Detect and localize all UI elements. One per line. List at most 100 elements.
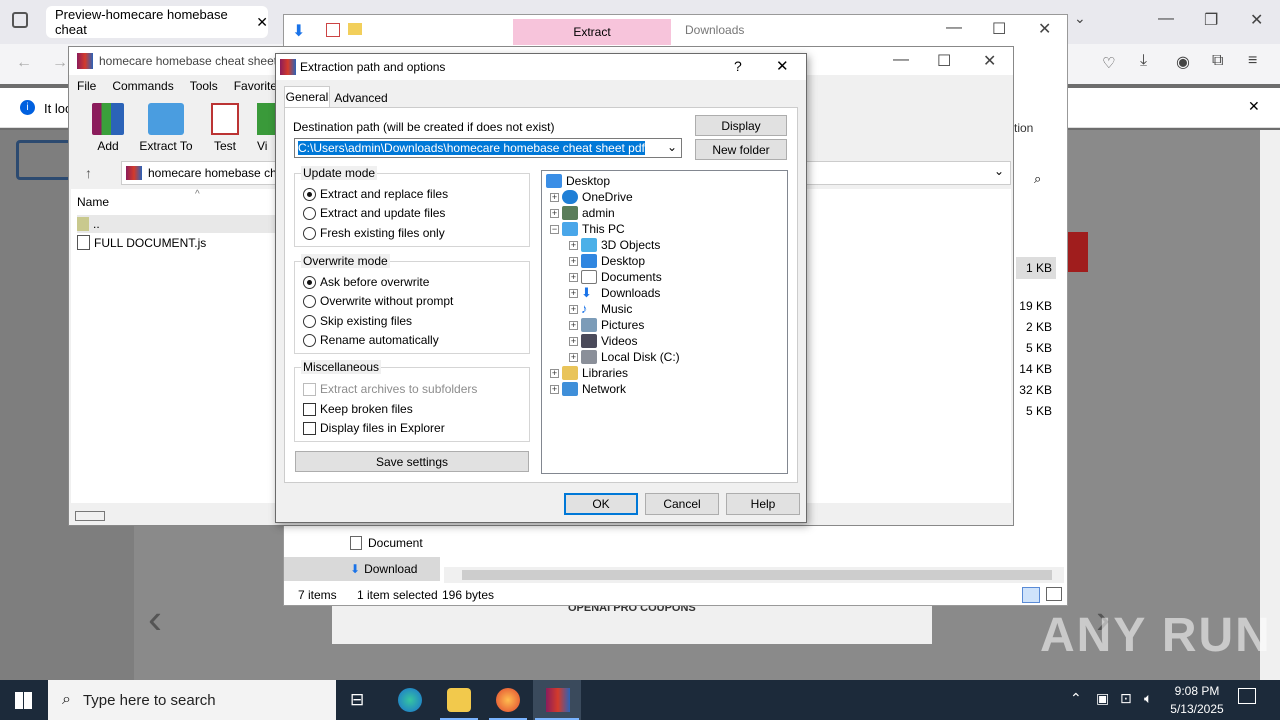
forward-icon[interactable]: → [52,54,68,72]
expand-icon[interactable]: + [550,208,559,218]
tree-item-this-pc[interactable]: − This PC [550,221,625,237]
winrar-close-icon[interactable]: ✕ [983,51,996,71]
list-item[interactable]: FULL DOCUMENT.js [77,235,206,250]
chevron-down-icon[interactable]: ⌄ [994,164,1004,178]
menu-file[interactable]: File [77,79,96,93]
check-display-explorer[interactable]: Display files in Explorer [303,419,445,437]
ribbon-tab-downloads[interactable]: Downloads [685,23,744,37]
tree-item-admin[interactable]: + admin [550,205,615,221]
radio-rename-auto[interactable]: Rename automatically [303,331,439,349]
tray-chevron-icon[interactable]: ⌃ [1070,690,1082,707]
expand-icon[interactable]: + [550,368,559,378]
tree-item-desktop[interactable]: Desktop [546,173,610,189]
tray-device-icon[interactable]: ▣ [1096,690,1109,707]
toolbar-add[interactable]: Add [89,103,127,153]
tiles-view-icon[interactable] [1046,587,1062,601]
winrar-minimize-icon[interactable]: — [893,51,909,69]
tree-item-videos[interactable]: + Videos [569,333,637,349]
column-name[interactable]: Name [77,195,109,209]
browser-tab[interactable]: Preview-homecare homebase cheat ✕ [46,6,268,38]
chevron-down-icon[interactable]: ⌄ [667,140,677,154]
info-close-icon[interactable]: ✕ [1248,98,1260,115]
tab-overflow-icon[interactable]: ⌄ [1074,10,1086,27]
list-item[interactable]: .. [77,215,277,233]
toolbar-test[interactable]: Test [207,103,243,153]
scrollbar[interactable] [1260,130,1280,680]
nav-item-downloads[interactable]: ⬇ Download [284,557,440,581]
radio-ask-overwrite[interactable]: Ask before overwrite [303,273,429,291]
menu-icon[interactable]: ≡ [1248,52,1257,70]
explorer-maximize-icon[interactable]: ☐ [992,19,1006,39]
clock-time[interactable]: 9:08 PM [1172,684,1222,698]
menu-tools[interactable]: Tools [190,79,218,93]
volume-icon[interactable]: 🔈︎ [1144,690,1152,707]
nav-item-documents[interactable]: Document [350,536,423,550]
menu-commands[interactable]: Commands [112,79,173,93]
scroll-thumb[interactable] [462,570,1052,580]
clock-date[interactable]: 5/13/2025 [1166,702,1228,716]
details-view-icon[interactable] [1022,587,1040,603]
expand-icon[interactable]: + [550,192,559,202]
winrar-maximize-icon[interactable]: ☐ [937,51,951,71]
toolbar-extract-to[interactable]: Extract To [139,103,193,153]
folder-tree[interactable]: Desktop + OneDrive + admin − This PC +3D Ob… [541,170,788,474]
dialog-close-icon[interactable]: ✕ [776,57,789,75]
explorer-close-icon[interactable]: ✕ [1038,19,1051,39]
search-icon[interactable]: ⌕ [1034,171,1041,187]
restore-icon[interactable]: ❐ [1204,10,1218,30]
horizontal-scrollbar[interactable] [444,567,1064,583]
tab-advanced[interactable]: Advanced [332,89,390,107]
edge-icon[interactable] [398,688,422,712]
dest-path-combo[interactable]: C:\Users\admin\Downloads\homecare homeba… [294,138,682,158]
tree-item-libraries[interactable]: + Libraries [550,365,628,381]
download-arrow-icon[interactable]: ⬇ [292,21,305,41]
tree-item-onedrive[interactable]: + OneDrive [550,189,633,205]
check-keep-broken[interactable]: Keep broken files [303,400,413,418]
expand-icon[interactable]: + [569,272,578,282]
tab-list-icon[interactable] [12,12,28,28]
download-icon[interactable]: ⤓ [1140,52,1147,70]
firefox-icon[interactable] [496,688,520,712]
notification-icon[interactable] [1238,688,1256,704]
tree-item-pictures[interactable]: + Pictures [569,317,644,333]
extensions-icon[interactable]: ⧉ [1212,52,1223,70]
expand-icon[interactable]: + [569,256,578,266]
account-icon[interactable]: ◉ [1176,52,1190,72]
tree-item-downloads[interactable]: + ⬇ Downloads [569,285,660,301]
help-icon[interactable]: ? [734,58,742,74]
cancel-button[interactable]: Cancel [645,493,719,515]
start-windows-icon[interactable] [15,692,32,709]
tree-item-3d-objects[interactable]: +3D Objects [569,237,660,253]
back-icon[interactable]: ← [16,54,32,72]
expand-icon[interactable]: + [569,304,578,314]
radio-extract-update[interactable]: Extract and update files [303,204,445,222]
explorer-minimize-icon[interactable]: — [946,19,962,37]
network-tray-icon[interactable]: ⊡ [1120,690,1132,707]
tree-item-pc-desktop[interactable]: + Desktop [569,253,645,269]
winrar-taskbar-button[interactable] [533,680,581,720]
toolbar-view[interactable]: Vi [257,103,277,153]
ok-button[interactable]: OK [564,493,638,515]
task-view-icon[interactable]: ⊟ [350,690,364,710]
radio-fresh-existing[interactable]: Fresh existing files only [303,224,445,242]
expand-icon[interactable]: + [569,336,578,346]
file-explorer-icon[interactable] [447,688,471,712]
expand-icon[interactable]: + [569,240,578,250]
tree-item-music[interactable]: + ♪ Music [569,301,632,317]
folder-icon[interactable] [348,23,362,35]
checklist-icon[interactable] [326,23,340,37]
radio-extract-replace[interactable]: Extract and replace files [303,185,448,203]
save-settings-button[interactable]: Save settings [295,451,529,472]
expand-icon[interactable]: + [569,352,578,362]
tree-item-documents[interactable]: + Documents [569,269,662,285]
prev-arrow-icon[interactable]: ‹ [148,595,162,643]
display-button[interactable]: Display [695,115,787,136]
close-tab-icon[interactable]: ✕ [256,14,268,31]
expand-icon[interactable]: + [569,288,578,298]
pocket-icon[interactable]: ♡ [1102,54,1115,72]
new-folder-button[interactable]: New folder [695,139,787,160]
radio-overwrite-no-prompt[interactable]: Overwrite without prompt [303,292,453,310]
expand-icon[interactable]: + [569,320,578,330]
tree-item-local-disk[interactable]: + Local Disk (C:) [569,349,680,365]
taskbar-search[interactable]: ⌕ Type here to search [48,680,336,720]
